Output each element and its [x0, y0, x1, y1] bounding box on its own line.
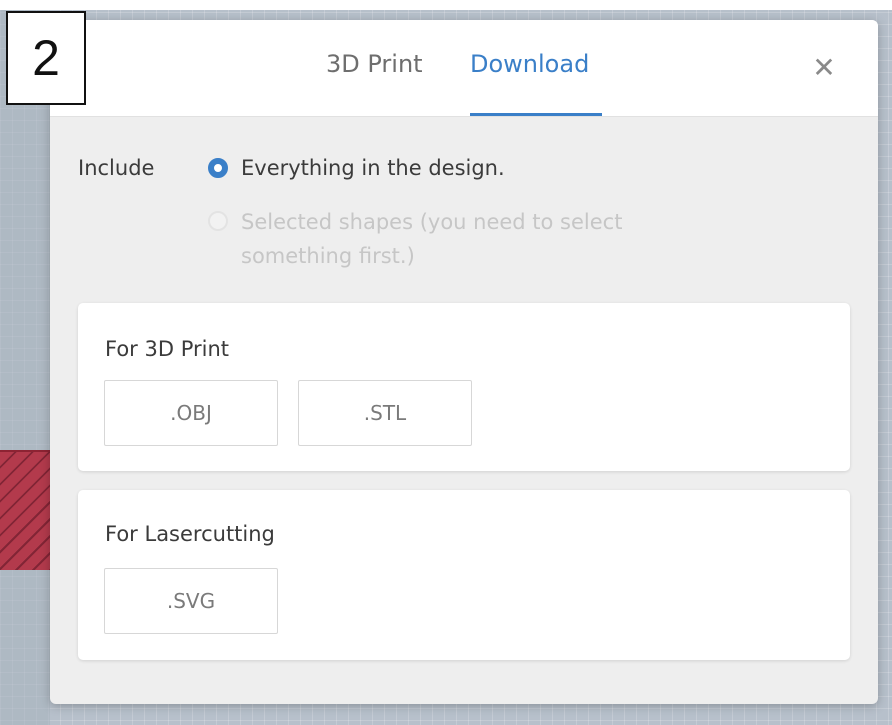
step-number-label: 2: [6, 11, 86, 105]
export-dialog: 3D Print Download ✕ Include Everything i…: [50, 20, 878, 704]
workplane-background: [0, 10, 50, 725]
close-icon[interactable]: ✕: [810, 54, 838, 82]
tab-download[interactable]: Download: [470, 50, 589, 78]
download-svg-button[interactable]: .SVG: [104, 568, 278, 634]
include-label: Include: [78, 156, 155, 180]
radio-selected-shapes[interactable]: [208, 211, 228, 231]
section-title-lasercutting: For Lasercutting: [105, 522, 275, 546]
section-title-3d-print: For 3D Print: [105, 337, 230, 361]
download-stl-button[interactable]: .STL: [298, 380, 472, 446]
dialog-header: 3D Print Download ✕: [50, 20, 878, 117]
workplane-shape[interactable]: [0, 450, 55, 570]
radio-everything[interactable]: [208, 158, 228, 178]
active-tab-indicator: [470, 113, 602, 116]
option-everything-label[interactable]: Everything in the design.: [241, 151, 505, 185]
section-lasercutting: For Lasercutting .SVG: [78, 490, 850, 660]
workplane-top-edge: [0, 0, 892, 10]
download-obj-button[interactable]: .OBJ: [104, 380, 278, 446]
tab-3d-print[interactable]: 3D Print: [326, 50, 423, 78]
section-3d-print: For 3D Print .OBJ .STL: [78, 303, 850, 471]
option-selected-shapes-label: Selected shapes (you need to select some…: [241, 210, 623, 268]
